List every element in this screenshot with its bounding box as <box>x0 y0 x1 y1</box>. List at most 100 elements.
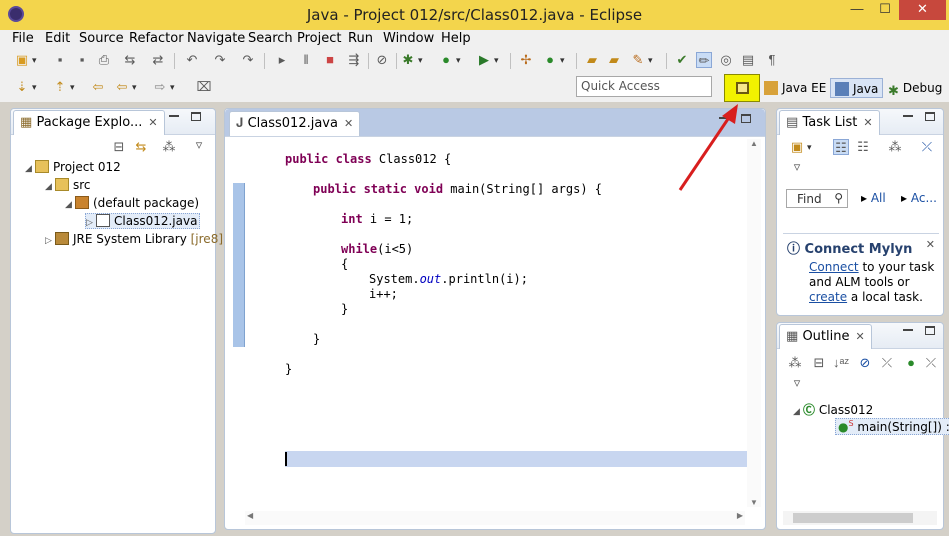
menu-file[interactable]: File <box>12 31 34 46</box>
undo-icon[interactable]: ↶ <box>184 52 200 68</box>
format-icon[interactable]: ⇄ <box>150 52 166 68</box>
annotation-icon[interactable]: ✔ <box>674 52 690 68</box>
hide-fields-icon[interactable]: ⊘ <box>857 355 873 371</box>
focus-icon[interactable]: ⁂ <box>787 355 803 371</box>
sort-icon[interactable]: ↓ᵃᶻ <box>833 355 849 371</box>
scroll-left-icon[interactable]: ◀ <box>247 511 253 520</box>
maximize-view-icon[interactable] <box>925 326 935 335</box>
collapse-all-icon[interactable]: ⊟ <box>111 139 127 155</box>
debug-icon[interactable]: ✱ <box>400 52 423 68</box>
scroll-thumb[interactable] <box>793 513 913 523</box>
minimize-view-icon[interactable] <box>169 115 179 117</box>
perspective-java-ee[interactable]: Java EE <box>764 78 826 98</box>
hide-local-types-icon[interactable]: ⤫ <box>923 355 939 371</box>
new-class-icon[interactable]: ● <box>542 52 564 68</box>
menu-project[interactable]: Project <box>297 31 341 46</box>
block-selection-icon[interactable]: ◎ <box>718 52 734 68</box>
skip-breakpoints-icon[interactable]: ⊘ <box>374 52 390 68</box>
new-java-project-icon[interactable]: ✢ <box>518 52 534 68</box>
toggle-icon[interactable]: ⇆ <box>122 52 138 68</box>
code-editor[interactable]: public class Class012 { public static vo… <box>245 139 749 507</box>
find-input[interactable]: Find ⚲ <box>786 189 848 208</box>
search-tool-icon[interactable]: ✎ <box>630 52 653 68</box>
redo-icon[interactable]: ↷ <box>212 52 228 68</box>
close-icon[interactable]: ✕ <box>863 116 872 129</box>
close-mylyn-icon[interactable]: ✕ <box>926 238 935 251</box>
terminate-icon[interactable]: ■ <box>322 52 338 68</box>
collapse-all-icon[interactable]: ⊟ <box>811 355 827 371</box>
outline-method-main[interactable]: ●S main(String[]) : <box>835 418 949 435</box>
prev-annotation-icon[interactable]: ⇡ <box>52 79 75 95</box>
back-icon[interactable]: ⇦ <box>114 79 137 95</box>
perspective-java[interactable]: Java <box>830 78 884 98</box>
maximize-button[interactable]: ☐ <box>871 0 899 20</box>
forward-icon[interactable]: ⇨ <box>152 79 175 95</box>
quick-access-input[interactable]: Quick Access <box>576 76 712 97</box>
print-icon[interactable]: ⎙ <box>96 52 112 68</box>
view-menu-icon[interactable]: ▿ <box>191 137 207 153</box>
collapse-tasks-icon[interactable]: ⤫ <box>919 139 935 155</box>
suspend-icon[interactable]: ‖ <box>298 52 314 68</box>
tab-class012-java[interactable]: 𝐉 Class012.java ✕ <box>229 111 361 136</box>
view-menu-focus-icon[interactable]: ⁂ <box>161 139 177 155</box>
close-icon[interactable]: ✕ <box>148 116 157 129</box>
activate-task-link[interactable]: ▸ Ac... <box>901 191 937 205</box>
redo-alt-icon[interactable]: ↷ <box>240 52 256 68</box>
outline-hscrollbar[interactable] <box>783 511 937 525</box>
connect-link[interactable]: Connect <box>809 260 859 274</box>
hide-nonpublic-icon[interactable]: ● <box>903 355 919 371</box>
tree-project[interactable]: ◢ Project 012 <box>25 160 121 174</box>
categorized-icon[interactable]: ☷ <box>833 139 849 155</box>
tree-class-file[interactable]: ▷ Class012.java <box>85 213 201 229</box>
maximize-view-icon[interactable] <box>191 112 201 121</box>
new-icon[interactable]: ▣ <box>14 52 37 68</box>
mark-occurrences-icon[interactable]: ✏ <box>696 52 712 68</box>
close-button[interactable]: ✕ <box>899 0 946 20</box>
tree-default-package[interactable]: ◢ (default package) <box>65 196 199 210</box>
menu-run[interactable]: Run <box>348 31 373 46</box>
external-tools-icon[interactable]: ▶ <box>476 52 499 68</box>
hide-static-icon[interactable]: ⤫ <box>879 355 895 371</box>
tree-src[interactable]: ◢ src <box>45 178 91 192</box>
scroll-right-icon[interactable]: ▶ <box>737 511 743 520</box>
horizontal-scrollbar[interactable]: ◀ ▶ <box>245 511 745 525</box>
scheduled-icon[interactable]: ☷ <box>855 139 871 155</box>
disconnect-icon[interactable]: ⇶ <box>346 52 362 68</box>
save-icon[interactable]: ▪ <box>52 52 68 68</box>
run-icon[interactable]: ● <box>438 52 460 68</box>
minimize-view-icon[interactable] <box>903 329 913 331</box>
show-whitespace-icon[interactable]: ▤ <box>740 52 756 68</box>
focus-icon[interactable]: ⁂ <box>887 139 903 155</box>
pilcrow-icon[interactable]: ¶ <box>764 52 780 68</box>
menu-help[interactable]: Help <box>441 31 471 46</box>
tab-outline[interactable]: ▦ Outline ✕ <box>779 324 872 349</box>
menu-refactor[interactable]: Refactor <box>129 31 184 46</box>
next-annotation-icon[interactable]: ⇣ <box>14 79 37 95</box>
minimize-view-icon[interactable] <box>903 115 913 117</box>
view-menu-icon[interactable]: ▿ <box>789 375 805 391</box>
tab-package-explorer[interactable]: ▦ Package Explo... ✕ <box>13 110 165 135</box>
minimize-button[interactable]: — <box>843 0 871 20</box>
menu-search[interactable]: Search <box>248 31 293 46</box>
close-icon[interactable]: ✕ <box>344 117 353 130</box>
maximize-view-icon[interactable] <box>925 112 935 121</box>
outline-class[interactable]: ◢ Ⓒ Class012 <box>793 401 873 418</box>
menu-source[interactable]: Source <box>79 31 124 46</box>
save-all-icon[interactable]: ▪ <box>74 52 90 68</box>
view-menu-icon[interactable]: ▿ <box>789 159 805 175</box>
last-edit-icon[interactable]: ⇦ <box>90 79 106 95</box>
create-link[interactable]: create <box>809 290 847 304</box>
menu-navigate[interactable]: Navigate <box>187 31 245 46</box>
new-task-icon[interactable]: ▣ <box>789 139 812 155</box>
tree-jre-library[interactable]: ▷ JRE System Library [jre8] <box>45 232 223 246</box>
resume-icon[interactable]: ▸ <box>274 52 290 68</box>
tab-task-list[interactable]: ▤ Task List ✕ <box>779 110 880 135</box>
menu-edit[interactable]: Edit <box>45 31 70 46</box>
scroll-down-icon[interactable]: ▼ <box>747 498 761 507</box>
open-type-icon[interactable]: ▰ <box>584 52 600 68</box>
link-editor-icon[interactable]: ⇆ <box>133 139 149 155</box>
pin-editor-icon[interactable]: ⌧ <box>196 79 212 95</box>
close-icon[interactable]: ✕ <box>855 330 864 343</box>
all-tasks-link[interactable]: ▸ All <box>861 191 886 205</box>
perspective-debug[interactable]: ✱ Debug <box>888 78 942 99</box>
